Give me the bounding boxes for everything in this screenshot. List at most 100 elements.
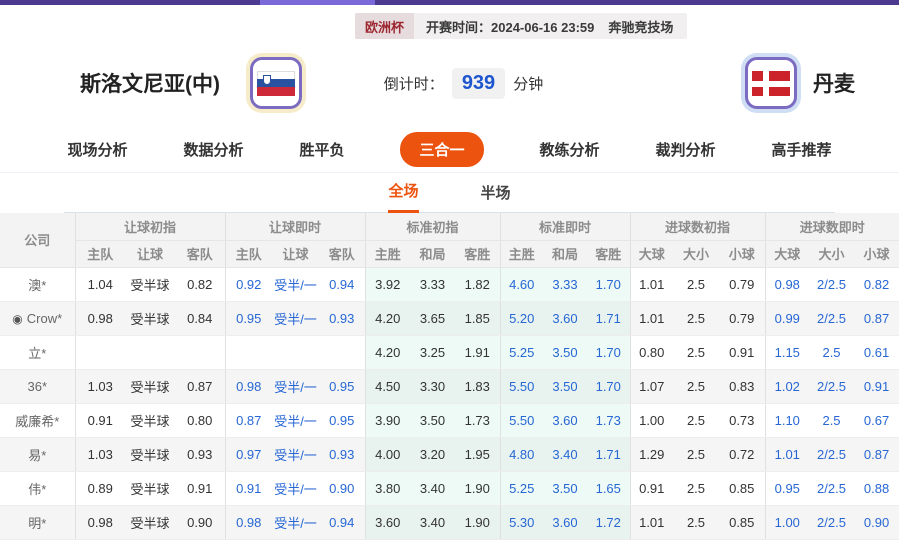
odds-cell-live[interactable]: 0.91	[854, 369, 899, 403]
odds-cell-live[interactable]: 0.95	[225, 301, 272, 335]
odds-cell-live[interactable]: 3.50	[543, 335, 587, 369]
odds-cell-live[interactable]: 3.60	[543, 301, 587, 335]
odds-cell-live[interactable]: 0.92	[225, 267, 272, 301]
odds-cell-live[interactable]: 3.60	[543, 505, 587, 539]
odds-cell-live[interactable]: 2/2.5	[809, 471, 854, 505]
odds-cell-live[interactable]: 受半/一	[272, 505, 319, 539]
odds-cell-live[interactable]: 受半/一	[272, 301, 319, 335]
odds-cell-live[interactable]: 受半/一	[272, 403, 319, 437]
odds-cell-live[interactable]: 0.94	[319, 267, 365, 301]
odds-cell-live[interactable]: 0.98	[225, 505, 272, 539]
odds-cell-live[interactable]: 1.71	[587, 437, 630, 471]
odds-cell-initial	[175, 335, 225, 369]
odds-cell-live[interactable]: 2/2.5	[809, 505, 854, 539]
odds-cell-live[interactable]: 受半/一	[272, 471, 319, 505]
odds-cell-live[interactable]: 2.5	[809, 335, 854, 369]
odds-cell-live[interactable]: 2/2.5	[809, 437, 854, 471]
odds-cell-live[interactable]: 0.88	[854, 471, 899, 505]
odds-cell-live[interactable]: 1.15	[765, 335, 809, 369]
odds-cell-initial: 0.84	[175, 301, 225, 335]
odds-cell-live[interactable]: 受半/一	[272, 369, 319, 403]
odds-cell-live[interactable]: 0.82	[854, 267, 899, 301]
odds-cell-live[interactable]: 0.95	[319, 369, 365, 403]
odds-cell-initial: 0.91	[630, 471, 673, 505]
odds-cell-initial: 3.80	[365, 471, 410, 505]
odds-cell-live[interactable]: 3.50	[543, 369, 587, 403]
odds-cell-live[interactable]: 1.70	[587, 335, 630, 369]
odds-cell-live[interactable]: 0.93	[319, 437, 365, 471]
odds-cell-live[interactable]: 1.65	[587, 471, 630, 505]
odds-cell-live[interactable]: 1.73	[587, 403, 630, 437]
subcol: 大小	[809, 240, 854, 267]
odds-cell-live[interactable]: 2/2.5	[809, 369, 854, 403]
odds-cell-live[interactable]: 1.00	[765, 505, 809, 539]
odds-cell-live[interactable]: 0.91	[225, 471, 272, 505]
odds-cell-live[interactable]: 0.99	[765, 301, 809, 335]
odds-cell-live[interactable]: 0.98	[765, 267, 809, 301]
countdown-label: 倒计时：	[384, 73, 444, 94]
odds-cell-live[interactable]: 0.67	[854, 403, 899, 437]
odds-cell-initial: 2.5	[673, 335, 719, 369]
odds-cell-live[interactable]: 0.95	[765, 471, 809, 505]
scrollbar-thumb[interactable]	[260, 0, 375, 5]
odds-cell-live[interactable]: 0.90	[319, 471, 365, 505]
odds-cell-live[interactable]: 受半/一	[272, 437, 319, 471]
odds-cell-live[interactable]: 2/2.5	[809, 267, 854, 301]
odds-cell-live[interactable]: 0.90	[854, 505, 899, 539]
tab-coach-analysis[interactable]: 教练分析	[540, 139, 600, 160]
tab-expert-picks[interactable]: 高手推荐	[772, 139, 832, 160]
odds-cell-live[interactable]: 1.70	[587, 369, 630, 403]
odds-cell-live[interactable]: 1.70	[587, 267, 630, 301]
odds-cell-live[interactable]: 0.98	[225, 369, 272, 403]
odds-cell-initial: 4.20	[365, 335, 410, 369]
odds-cell-live[interactable]: 3.40	[543, 437, 587, 471]
away-team-flag	[745, 57, 797, 109]
odds-cell-initial: 0.91	[175, 471, 225, 505]
odds-cell-live[interactable]: 5.25	[500, 335, 543, 369]
odds-cell-live[interactable]: 3.60	[543, 403, 587, 437]
odds-cell-live[interactable]: 0.61	[854, 335, 899, 369]
odds-cell-initial: 1.01	[630, 505, 673, 539]
odds-cell-live[interactable]: 1.02	[765, 369, 809, 403]
tab-data-analysis[interactable]: 数据分析	[183, 139, 243, 160]
odds-cell-live[interactable]: 1.10	[765, 403, 809, 437]
odds-cell-live	[225, 335, 272, 369]
odds-cell-live[interactable]: 0.87	[225, 403, 272, 437]
odds-cell-initial: 0.82	[175, 267, 225, 301]
odds-cell-live[interactable]: 0.95	[319, 403, 365, 437]
tab-live-analysis[interactable]: 现场分析	[67, 139, 127, 160]
company-cell: 易*	[0, 437, 75, 471]
subtab-half-match[interactable]: 半场	[481, 182, 511, 212]
odds-cell-live[interactable]: 5.30	[500, 505, 543, 539]
subcol: 让球	[272, 240, 319, 267]
odds-cell-live[interactable]: 1.71	[587, 301, 630, 335]
table-row: 澳*1.04受半球0.820.92受半/一0.943.923.331.824.6…	[0, 267, 899, 301]
odds-cell-live[interactable]: 1.72	[587, 505, 630, 539]
odds-cell-live[interactable]: 5.50	[500, 403, 543, 437]
odds-cell-live[interactable]: 5.50	[500, 369, 543, 403]
odds-cell-initial: 2.5	[673, 437, 719, 471]
odds-cell-live[interactable]: 4.60	[500, 267, 543, 301]
group-standard-live: 标准即时	[500, 213, 630, 240]
odds-cell-live[interactable]: 4.80	[500, 437, 543, 471]
tab-win-draw-lose[interactable]: 胜平负	[299, 139, 344, 160]
odds-cell-live[interactable]: 2/2.5	[809, 301, 854, 335]
odds-cell-live[interactable]: 0.94	[319, 505, 365, 539]
odds-cell-live[interactable]: 1.01	[765, 437, 809, 471]
odds-cell-initial: 受半球	[125, 301, 175, 335]
odds-cell-live[interactable]: 5.25	[500, 471, 543, 505]
subtab-full-match[interactable]: 全场	[388, 180, 418, 213]
odds-cell-live	[272, 335, 319, 369]
odds-cell-live[interactable]: 3.33	[543, 267, 587, 301]
odds-cell-live[interactable]: 0.87	[854, 437, 899, 471]
odds-cell-live[interactable]: 0.97	[225, 437, 272, 471]
tab-three-in-one[interactable]: 三合一	[400, 132, 483, 167]
odds-cell-live[interactable]: 2.5	[809, 403, 854, 437]
odds-cell-initial: 4.50	[365, 369, 410, 403]
odds-cell-live[interactable]: 5.20	[500, 301, 543, 335]
odds-cell-live[interactable]: 3.50	[543, 471, 587, 505]
odds-cell-live[interactable]: 0.93	[319, 301, 365, 335]
tab-referee-analysis[interactable]: 裁判分析	[656, 139, 716, 160]
odds-cell-live[interactable]: 受半/一	[272, 267, 319, 301]
odds-cell-live[interactable]: 0.87	[854, 301, 899, 335]
